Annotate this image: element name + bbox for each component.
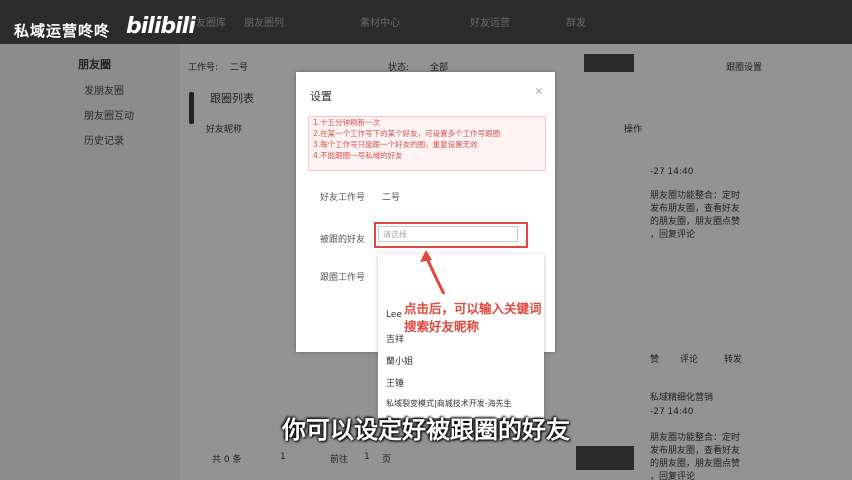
app-window: 朋友圈库 朋友圈列 素材中心 好友运营 群发 私域运营咚咚 bilibili 朋… xyxy=(0,0,852,480)
comment-button[interactable]: 评论 xyxy=(680,354,698,367)
channel-name: 私域运营咚咚 xyxy=(14,22,111,40)
column-header-nickname: 好友昵称 xyxy=(206,125,243,135)
search-button[interactable] xyxy=(584,54,634,72)
share-button[interactable]: 转发 xyxy=(724,354,742,367)
topnav-item[interactable]: 素材中心 xyxy=(360,14,400,29)
modal-title: 设置 xyxy=(310,90,332,103)
sidebar-title: 朋友圈 xyxy=(78,58,111,71)
friend-worker-label: 好友工作号 xyxy=(320,193,366,203)
feed-time: -27 14:40 xyxy=(650,167,694,177)
like-button[interactable]: 赞 xyxy=(650,354,659,367)
notice-line: 4.不能跟圈一号私域的好友 xyxy=(313,151,403,160)
column-header-action: 操作 xyxy=(624,125,643,135)
topnav-item[interactable]: 群发 xyxy=(566,14,586,29)
dropdown-option[interactable]: 蘭小姐 xyxy=(386,354,413,367)
sidebar-item-interact[interactable]: 朋友圈互动 xyxy=(84,107,134,122)
scroll-handle[interactable] xyxy=(189,92,194,124)
topnav-item[interactable]: 朋友圈列 xyxy=(244,14,284,29)
top-navbar: 朋友圈库 朋友圈列 素材中心 好友运营 群发 私域运营咚咚 bilibili xyxy=(0,0,852,44)
topnav-item[interactable]: 好友运营 xyxy=(470,14,510,29)
dropdown-option[interactable]: Lee xyxy=(386,310,402,320)
total-count: 共 0 条 xyxy=(212,455,242,465)
bilibili-logo: bilibili xyxy=(126,14,196,39)
notice-box: 1.十五分钟刷新一次 2.在某一个工作号下的某个好友，可设置多个工作号跟圈 3.… xyxy=(308,116,546,171)
follow-worker-label: 跟圈工作号 xyxy=(320,273,366,283)
video-subtitle: 你可以设定好被跟圈的好友 xyxy=(282,416,570,444)
notice-line: 2.在某一个工作号下的某个好友，可设置多个工作号跟圈 xyxy=(313,129,501,138)
sidebar-item-history[interactable]: 历史记录 xyxy=(84,132,124,147)
arrow-icon xyxy=(420,250,446,295)
page-unit: 页 xyxy=(382,455,392,465)
goto-label: 前往 xyxy=(330,455,349,465)
follow-settings-link[interactable]: 跟圈设置 xyxy=(726,60,762,73)
notice-line: 3.每个工作号只能跟一个好友的圈，重复设置无效 xyxy=(313,140,478,149)
annotation-line: 点击后，可以输入关键词 xyxy=(404,301,542,316)
page-number[interactable]: 1 xyxy=(280,452,286,462)
friend-dropdown: Lee 吉祥 蘭小姐 王锤 私域裂变模式|商城技术开发-海先生 xyxy=(378,254,544,418)
friend-worker-value: 二号 xyxy=(382,193,401,203)
feed-title: 私域精细化营销 xyxy=(650,393,714,403)
dropdown-option[interactable]: 王锤 xyxy=(386,376,404,389)
worker-select[interactable]: 二号 xyxy=(230,60,248,73)
confirm-button[interactable] xyxy=(576,446,634,470)
panel-title: 跟圈列表 xyxy=(210,92,254,105)
sidebar-item-post[interactable]: 发朋友圈 xyxy=(84,82,124,97)
goto-input[interactable]: 1 xyxy=(364,452,370,462)
highlight-box xyxy=(374,222,528,248)
notice-line: 1.十五分钟刷新一次 xyxy=(313,118,381,127)
followed-friend-label: 被跟的好友 xyxy=(320,235,366,245)
annotation-line: 搜索好友昵称 xyxy=(404,319,480,334)
worker-label: 工作号: xyxy=(188,63,219,73)
close-icon[interactable]: × xyxy=(535,86,543,97)
dropdown-option[interactable]: 私域裂变模式|商城技术开发-海先生 xyxy=(386,398,512,409)
feed-text: 朋友圈功能整合：定时 发布朋友圈，查看好友 的朋友圈，朋友圈点赞 ，回复评论 xyxy=(650,191,741,240)
dropdown-option[interactable]: 吉祥 xyxy=(386,332,404,345)
